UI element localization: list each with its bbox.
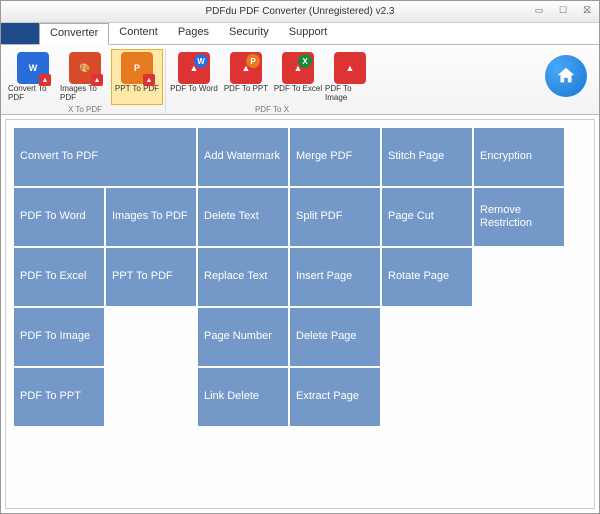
- pdf-to-excel-button[interactable]: X▲ PDF To Excel: [272, 49, 324, 105]
- window-title: PDFdu PDF Converter (Unregistered) v2.3: [206, 6, 395, 17]
- tile-pdf-to-ppt[interactable]: PDF To PPT: [14, 368, 104, 426]
- tile-empty: [474, 368, 564, 426]
- word-icon: W▲: [17, 52, 49, 84]
- tab-content[interactable]: Content: [109, 23, 168, 44]
- tab-pages[interactable]: Pages: [168, 23, 219, 44]
- tile-page-number[interactable]: Page Number: [198, 308, 288, 366]
- pdf-icon: ▲: [334, 52, 366, 84]
- convert-to-pdf-button[interactable]: W▲ Convert To PDF: [7, 49, 59, 105]
- tile-delete-page[interactable]: Delete Page: [290, 308, 380, 366]
- pdf-icon: X▲: [282, 52, 314, 84]
- ribbon: W▲ Convert To PDF 🎨▲ Images To PDF P▲ PP…: [1, 45, 599, 115]
- pdf-to-image-button[interactable]: ▲ PDF To Image: [324, 49, 376, 105]
- tile-rotate-page[interactable]: Rotate Page: [382, 248, 472, 306]
- window-controls: ▭ ☐ ⛝: [531, 3, 595, 17]
- ribbon-group-xtopdf: W▲ Convert To PDF 🎨▲ Images To PDF P▲ PP…: [5, 49, 166, 114]
- tab-converter[interactable]: Converter: [39, 23, 109, 45]
- content-area: Convert To PDF Add Watermark Merge PDF S…: [5, 119, 595, 509]
- tile-replace-text[interactable]: Replace Text: [198, 248, 288, 306]
- tile-pdf-to-excel[interactable]: PDF To Excel: [14, 248, 104, 306]
- tile-page-cut[interactable]: Page Cut: [382, 188, 472, 246]
- tile-stitch-page[interactable]: Stitch Page: [382, 128, 472, 186]
- pdf-to-word-button[interactable]: W▲ PDF To Word: [168, 49, 220, 105]
- tile-empty: [106, 368, 196, 426]
- tile-empty: [382, 308, 472, 366]
- home-icon: [555, 65, 577, 87]
- images-to-pdf-button[interactable]: 🎨▲ Images To PDF: [59, 49, 111, 105]
- tile-pdf-to-word[interactable]: PDF To Word: [14, 188, 104, 246]
- tile-extract-page[interactable]: Extract Page: [290, 368, 380, 426]
- image-icon: 🎨▲: [69, 52, 101, 84]
- minimize-button[interactable]: ▭: [531, 3, 547, 17]
- tile-encryption[interactable]: Encryption: [474, 128, 564, 186]
- tab-security[interactable]: Security: [219, 23, 279, 44]
- pdf-icon: P▲: [230, 52, 262, 84]
- ppt-to-pdf-button[interactable]: P▲ PPT To PDF: [111, 49, 163, 105]
- tile-ppt-to-pdf[interactable]: PPT To PDF: [106, 248, 196, 306]
- tile-delete-text[interactable]: Delete Text: [198, 188, 288, 246]
- pdf-to-ppt-button[interactable]: P▲ PDF To PPT: [220, 49, 272, 105]
- tile-link-delete[interactable]: Link Delete: [198, 368, 288, 426]
- tile-empty: [474, 248, 564, 306]
- file-tab[interactable]: [1, 23, 39, 44]
- ribbon-group-label: X To PDF: [68, 105, 102, 114]
- tile-insert-page[interactable]: Insert Page: [290, 248, 380, 306]
- tile-convert-to-pdf[interactable]: Convert To PDF: [14, 128, 196, 186]
- titlebar: PDFdu PDF Converter (Unregistered) v2.3 …: [1, 1, 599, 23]
- menubar: Converter Content Pages Security Support: [1, 23, 599, 45]
- tile-empty: [382, 368, 472, 426]
- tile-empty: [474, 308, 564, 366]
- close-button[interactable]: ⛝: [579, 3, 595, 17]
- tile-add-watermark[interactable]: Add Watermark: [198, 128, 288, 186]
- tile-grid: Convert To PDF Add Watermark Merge PDF S…: [14, 128, 586, 426]
- app-window: PDFdu PDF Converter (Unregistered) v2.3 …: [0, 0, 600, 514]
- ribbon-group-pdftox: W▲ PDF To Word P▲ PDF To PPT X▲ PDF To E…: [166, 49, 378, 114]
- tile-pdf-to-image[interactable]: PDF To Image: [14, 308, 104, 366]
- maximize-button[interactable]: ☐: [555, 3, 571, 17]
- tile-empty: [106, 308, 196, 366]
- pdf-icon: W▲: [178, 52, 210, 84]
- tile-images-to-pdf[interactable]: Images To PDF: [106, 188, 196, 246]
- home-button[interactable]: [545, 55, 587, 97]
- ribbon-group-label: PDF To X: [255, 105, 289, 114]
- tile-split-pdf[interactable]: Split PDF: [290, 188, 380, 246]
- tile-merge-pdf[interactable]: Merge PDF: [290, 128, 380, 186]
- ppt-icon: P▲: [121, 52, 153, 84]
- tile-remove-restriction[interactable]: Remove Restriction: [474, 188, 564, 246]
- tab-support[interactable]: Support: [279, 23, 338, 44]
